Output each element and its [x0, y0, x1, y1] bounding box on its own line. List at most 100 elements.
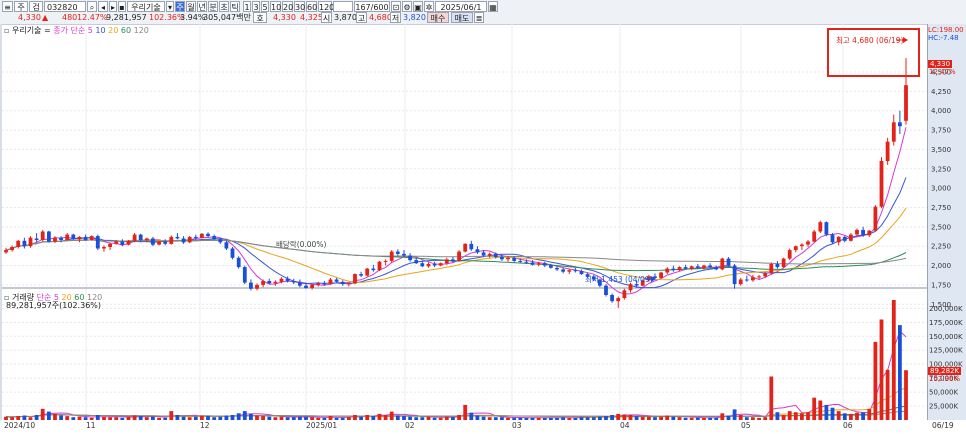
- candle-body: [763, 273, 768, 277]
- candle-body: [200, 233, 204, 238]
- candle-body: [500, 257, 504, 260]
- volume-bar: [757, 417, 761, 420]
- volume-bar: [95, 415, 100, 420]
- volume-bar: [279, 416, 284, 420]
- volume-bar: [304, 416, 308, 420]
- volume-bar: [493, 417, 498, 420]
- y-axis-ticks: 4,5004,2504,0003,7503,5003,2503,0002,750…: [931, 69, 951, 309]
- candle-body: [800, 244, 804, 247]
- y-tick-label: 3,250: [931, 165, 951, 173]
- volume-bar: [157, 417, 161, 420]
- candle-body: [236, 257, 241, 268]
- volume-bar: [451, 417, 455, 420]
- volume-bar: [212, 417, 217, 420]
- candle-body: [334, 279, 339, 282]
- panel-box-icon: ▫: [4, 26, 10, 35]
- x-label-0: 2024/10: [4, 421, 36, 430]
- current-price-tag: 4,330: [928, 60, 953, 68]
- volume-bar: [408, 416, 412, 420]
- volume-bar: [812, 397, 817, 420]
- volume-bar: [891, 300, 896, 420]
- candle-body: [279, 278, 284, 282]
- volume-tick-label: 25,000K: [929, 403, 958, 411]
- price-volume-chart[interactable]: 4,5004,2504,0003,7503,5003,2503,0002,750…: [0, 0, 966, 434]
- candle-body: [120, 241, 125, 245]
- volume-bar: [402, 416, 406, 420]
- candle-body: [616, 298, 621, 302]
- volume-bar: [849, 413, 853, 420]
- volume-bar: [187, 417, 192, 420]
- volume-bar: [744, 417, 749, 420]
- candle-body: [518, 260, 523, 262]
- candle-body: [524, 261, 529, 263]
- volume-bar: [298, 416, 302, 420]
- volume-bar: [549, 417, 553, 420]
- candle-body: [34, 238, 39, 240]
- candle-body: [347, 283, 351, 285]
- y-tick-label: 1,750: [931, 281, 951, 289]
- candle-body: [193, 236, 198, 238]
- volume-bar: [628, 415, 633, 420]
- volume-bar: [530, 417, 535, 420]
- volume-bar: [800, 413, 804, 420]
- volume-bar: [310, 417, 314, 420]
- volume-bar: [22, 415, 27, 420]
- volume-bar: [665, 415, 670, 420]
- candle-body: [163, 241, 168, 244]
- candle-body: [708, 265, 712, 267]
- volume-bar: [322, 417, 327, 420]
- candle-body: [169, 236, 174, 244]
- candle-body: [206, 233, 210, 237]
- ma-20-label: 20: [108, 26, 119, 35]
- current-pct-tag: 12.47%: [929, 68, 956, 76]
- candle-body: [751, 277, 755, 281]
- candle-body: [47, 231, 51, 242]
- volume-tick-label: 125,000K: [929, 347, 963, 355]
- candle-body: [536, 263, 541, 265]
- volume-current-tag: 89,282K: [928, 367, 962, 375]
- candle-body: [4, 250, 8, 253]
- volume-bar: [340, 417, 345, 420]
- volume-bar: [861, 412, 865, 420]
- candle-body: [757, 276, 761, 278]
- y-tick-label: 2,250: [931, 243, 951, 251]
- volume-bar: [371, 416, 376, 420]
- candle-body: [89, 236, 94, 240]
- candle-body: [371, 268, 376, 271]
- volume-bar: [671, 416, 676, 420]
- x-label-7: 05: [741, 421, 751, 430]
- candle-body: [438, 263, 443, 266]
- candle-body: [475, 249, 480, 253]
- x-label-5: 03: [512, 421, 522, 430]
- candle-body: [861, 229, 865, 236]
- candle-body: [793, 246, 798, 251]
- candle-body: [885, 141, 890, 162]
- volume-tick-label: 50,000K: [929, 389, 958, 397]
- candle-body: [634, 284, 639, 286]
- y-tick-label: 4,250: [931, 88, 951, 96]
- y-tick-label: 3,000: [931, 185, 951, 193]
- volume-bar: [653, 417, 657, 420]
- volume-bar: [885, 369, 890, 420]
- volume-bar: [481, 416, 486, 420]
- candle-body: [824, 222, 829, 235]
- volume-bar: [702, 417, 706, 420]
- volume-bar: [359, 416, 363, 420]
- candle-body: [71, 234, 76, 240]
- candle-body: [328, 279, 333, 285]
- ma-10-label: 10: [95, 26, 106, 35]
- volume-bar: [432, 417, 437, 420]
- candle-body: [383, 260, 388, 262]
- y-tick-label: 2,000: [931, 262, 951, 270]
- candle-body: [340, 281, 345, 285]
- candle-body: [487, 253, 492, 256]
- x-label-4: 02: [405, 421, 415, 430]
- volume-pct-tag: 102.36%: [929, 375, 961, 383]
- candle-series: [4, 58, 908, 308]
- volume-bar: [444, 416, 449, 420]
- candle-body: [671, 268, 676, 271]
- volume-bar: [781, 415, 786, 420]
- volume-bar: [347, 417, 351, 420]
- candle-body: [806, 241, 810, 245]
- candle-body: [102, 247, 106, 249]
